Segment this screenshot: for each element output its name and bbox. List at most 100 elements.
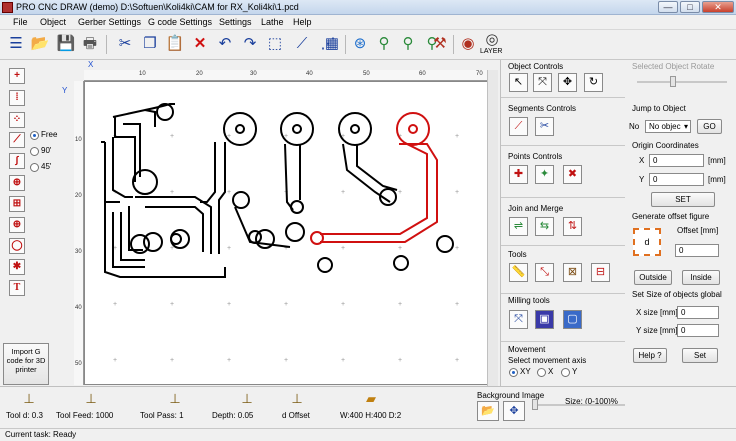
menu-gcode-settings[interactable]: G code Settings bbox=[148, 17, 212, 27]
rotate-object-icon[interactable]: ↻ bbox=[584, 73, 603, 92]
menu-help[interactable]: Help bbox=[293, 17, 312, 27]
bg-open-folder-icon[interactable]: 📂 bbox=[477, 401, 499, 421]
menu-settings[interactable]: Settings bbox=[219, 17, 252, 27]
grid-marker: + bbox=[341, 245, 345, 252]
axis-y-radio[interactable] bbox=[561, 368, 570, 377]
add-point-icon[interactable]: ✚ bbox=[509, 165, 528, 184]
grid-toggle-icon[interactable]: ▦ bbox=[322, 34, 342, 54]
move-object-icon[interactable]: ✥ bbox=[558, 73, 577, 92]
bg-size-slider-thumb[interactable] bbox=[532, 399, 538, 410]
list-icon[interactable]: ☰ bbox=[6, 34, 26, 54]
pocket-icon[interactable]: ▣ bbox=[535, 310, 554, 329]
paste-icon[interactable]: 📋 bbox=[165, 34, 185, 54]
node-edit-icon[interactable]: ⤡ bbox=[535, 263, 554, 282]
menu-file[interactable]: File bbox=[13, 17, 28, 27]
mode-free-radio[interactable] bbox=[30, 131, 39, 140]
axis-x-radio[interactable] bbox=[537, 368, 546, 377]
section-title: Points Controls bbox=[508, 152, 563, 161]
mode-90-radio[interactable] bbox=[30, 147, 39, 156]
close-button[interactable]: ✕ bbox=[702, 1, 734, 13]
grid-marker: + bbox=[341, 301, 345, 308]
trace-outline bbox=[200, 142, 216, 203]
circle-tool-icon[interactable]: ⊕ bbox=[9, 175, 25, 191]
select-area-icon[interactable]: ⬚ bbox=[265, 34, 285, 54]
transform-icon[interactable]: ⟋ bbox=[292, 34, 312, 54]
minimize-button[interactable]: — bbox=[658, 1, 678, 13]
drawing-canvas[interactable]: + + + + + + + + + + + + + + + + + + + + + + + + + + + + + + + + + + + bbox=[84, 81, 498, 385]
join-icon[interactable]: ⇌ bbox=[509, 217, 528, 236]
tool-diameter-icon[interactable]: ⊥ bbox=[18, 389, 40, 409]
gear-tool-icon[interactable]: ✱ bbox=[9, 259, 25, 275]
set-size-button[interactable]: Set bbox=[682, 348, 718, 363]
ruler-tick: 70 bbox=[476, 71, 483, 77]
spindle-icon[interactable]: ⚒ bbox=[430, 34, 450, 54]
copy-icon[interactable]: ❐ bbox=[140, 34, 160, 54]
bg-move-icon[interactable]: ✥ bbox=[503, 401, 525, 421]
xsize-input[interactable]: 0 bbox=[677, 306, 719, 319]
tool-feed-icon[interactable]: ⊥ bbox=[80, 389, 102, 409]
menu-gerber-settings[interactable]: Gerber Settings bbox=[78, 17, 141, 27]
inside-button[interactable]: Inside bbox=[682, 270, 720, 285]
axis-xy-radio[interactable] bbox=[509, 368, 518, 377]
trim-icon[interactable]: ⊟ bbox=[591, 263, 610, 282]
depth-icon[interactable]: ⊥ bbox=[236, 389, 258, 409]
menu-object[interactable]: Object bbox=[40, 17, 66, 27]
circle-dots-icon[interactable]: ⁘ bbox=[9, 112, 25, 128]
offset-input[interactable]: 0 bbox=[675, 244, 719, 257]
select-move-icon[interactable]: ⤧ bbox=[533, 73, 552, 92]
arc-tool-icon[interactable]: ◯ bbox=[9, 238, 25, 254]
print-icon[interactable]: 🖶 bbox=[80, 34, 100, 54]
vertical-scrollbar[interactable] bbox=[487, 70, 498, 386]
import-gcode-button[interactable]: Import G code for 3D printer bbox=[3, 343, 49, 385]
segment-cut-icon[interactable]: ✂ bbox=[535, 117, 554, 136]
pocket-outline-icon[interactable]: ▢ bbox=[563, 310, 582, 329]
segment-edit-icon[interactable]: ⟋ bbox=[509, 117, 528, 136]
pad-tool-icon[interactable]: ⊕ bbox=[9, 217, 25, 233]
object-select[interactable]: No objec ▾ bbox=[645, 120, 691, 133]
ysize-input[interactable]: 0 bbox=[677, 324, 719, 337]
redo-icon[interactable]: ↷ bbox=[240, 34, 260, 54]
drill-icon[interactable]: ⚲ bbox=[398, 34, 418, 54]
delete-point-icon[interactable]: ✖ bbox=[563, 165, 582, 184]
text-tool-icon[interactable]: T bbox=[9, 280, 25, 296]
delete-icon[interactable]: ✕ bbox=[190, 34, 210, 54]
undo-icon[interactable]: ↶ bbox=[215, 34, 235, 54]
curve-tool-icon[interactable]: ∫ bbox=[9, 153, 25, 169]
workpiece-icon[interactable]: ▰ bbox=[360, 389, 382, 409]
measure-icon[interactable]: 📏 bbox=[509, 263, 528, 282]
move-point-icon[interactable]: ✦ bbox=[535, 165, 554, 184]
rect-tool-icon[interactable]: ⊞ bbox=[9, 196, 25, 212]
maximize-button[interactable]: □ bbox=[680, 1, 700, 13]
origin-y-input[interactable]: 0 bbox=[649, 173, 704, 186]
origin-x-input[interactable]: 0 bbox=[649, 154, 704, 167]
help-button[interactable]: Help ? bbox=[633, 348, 667, 363]
layer-icon[interactable]: ◎ bbox=[482, 30, 502, 50]
rotate-slider-thumb[interactable] bbox=[670, 76, 676, 87]
d-offset-icon[interactable]: ⊥ bbox=[286, 389, 308, 409]
go-button[interactable]: GO bbox=[697, 119, 722, 134]
merge-icon[interactable]: ⇆ bbox=[535, 217, 554, 236]
mode-45-radio[interactable] bbox=[30, 163, 39, 172]
xsize-label: X size [mm] bbox=[636, 308, 678, 317]
split-icon[interactable]: ⇅ bbox=[563, 217, 582, 236]
offset-figure-icon[interactable]: d bbox=[633, 228, 661, 256]
rotate-slider-track[interactable] bbox=[637, 81, 727, 83]
menu-lathe[interactable]: Lathe bbox=[261, 17, 284, 27]
outside-button[interactable]: Outside bbox=[634, 270, 672, 285]
view-icon[interactable]: ◉ bbox=[458, 34, 478, 54]
mill-path-icon[interactable]: ⤧ bbox=[509, 310, 528, 329]
open-folder-icon[interactable]: 📂 bbox=[30, 34, 50, 54]
dots-grid-icon[interactable]: ⁞ bbox=[9, 90, 25, 106]
pad bbox=[285, 222, 305, 242]
save-icon[interactable]: 💾 bbox=[56, 34, 76, 54]
array-icon[interactable]: ⊠ bbox=[563, 263, 582, 282]
select-arrow-icon[interactable]: ↖ bbox=[509, 73, 528, 92]
set-origin-button[interactable]: SET bbox=[651, 192, 715, 207]
mill-icon[interactable]: ⚲ bbox=[374, 34, 394, 54]
add-point-icon[interactable]: + bbox=[9, 68, 25, 84]
tool-pass-icon[interactable]: ⊥ bbox=[164, 389, 186, 409]
mirror-icon[interactable]: ⊛ bbox=[350, 34, 370, 54]
bg-size-slider-track[interactable] bbox=[532, 404, 625, 406]
line-tool-icon[interactable]: ⟋ bbox=[9, 132, 25, 148]
cut-icon[interactable]: ✂ bbox=[115, 34, 135, 54]
